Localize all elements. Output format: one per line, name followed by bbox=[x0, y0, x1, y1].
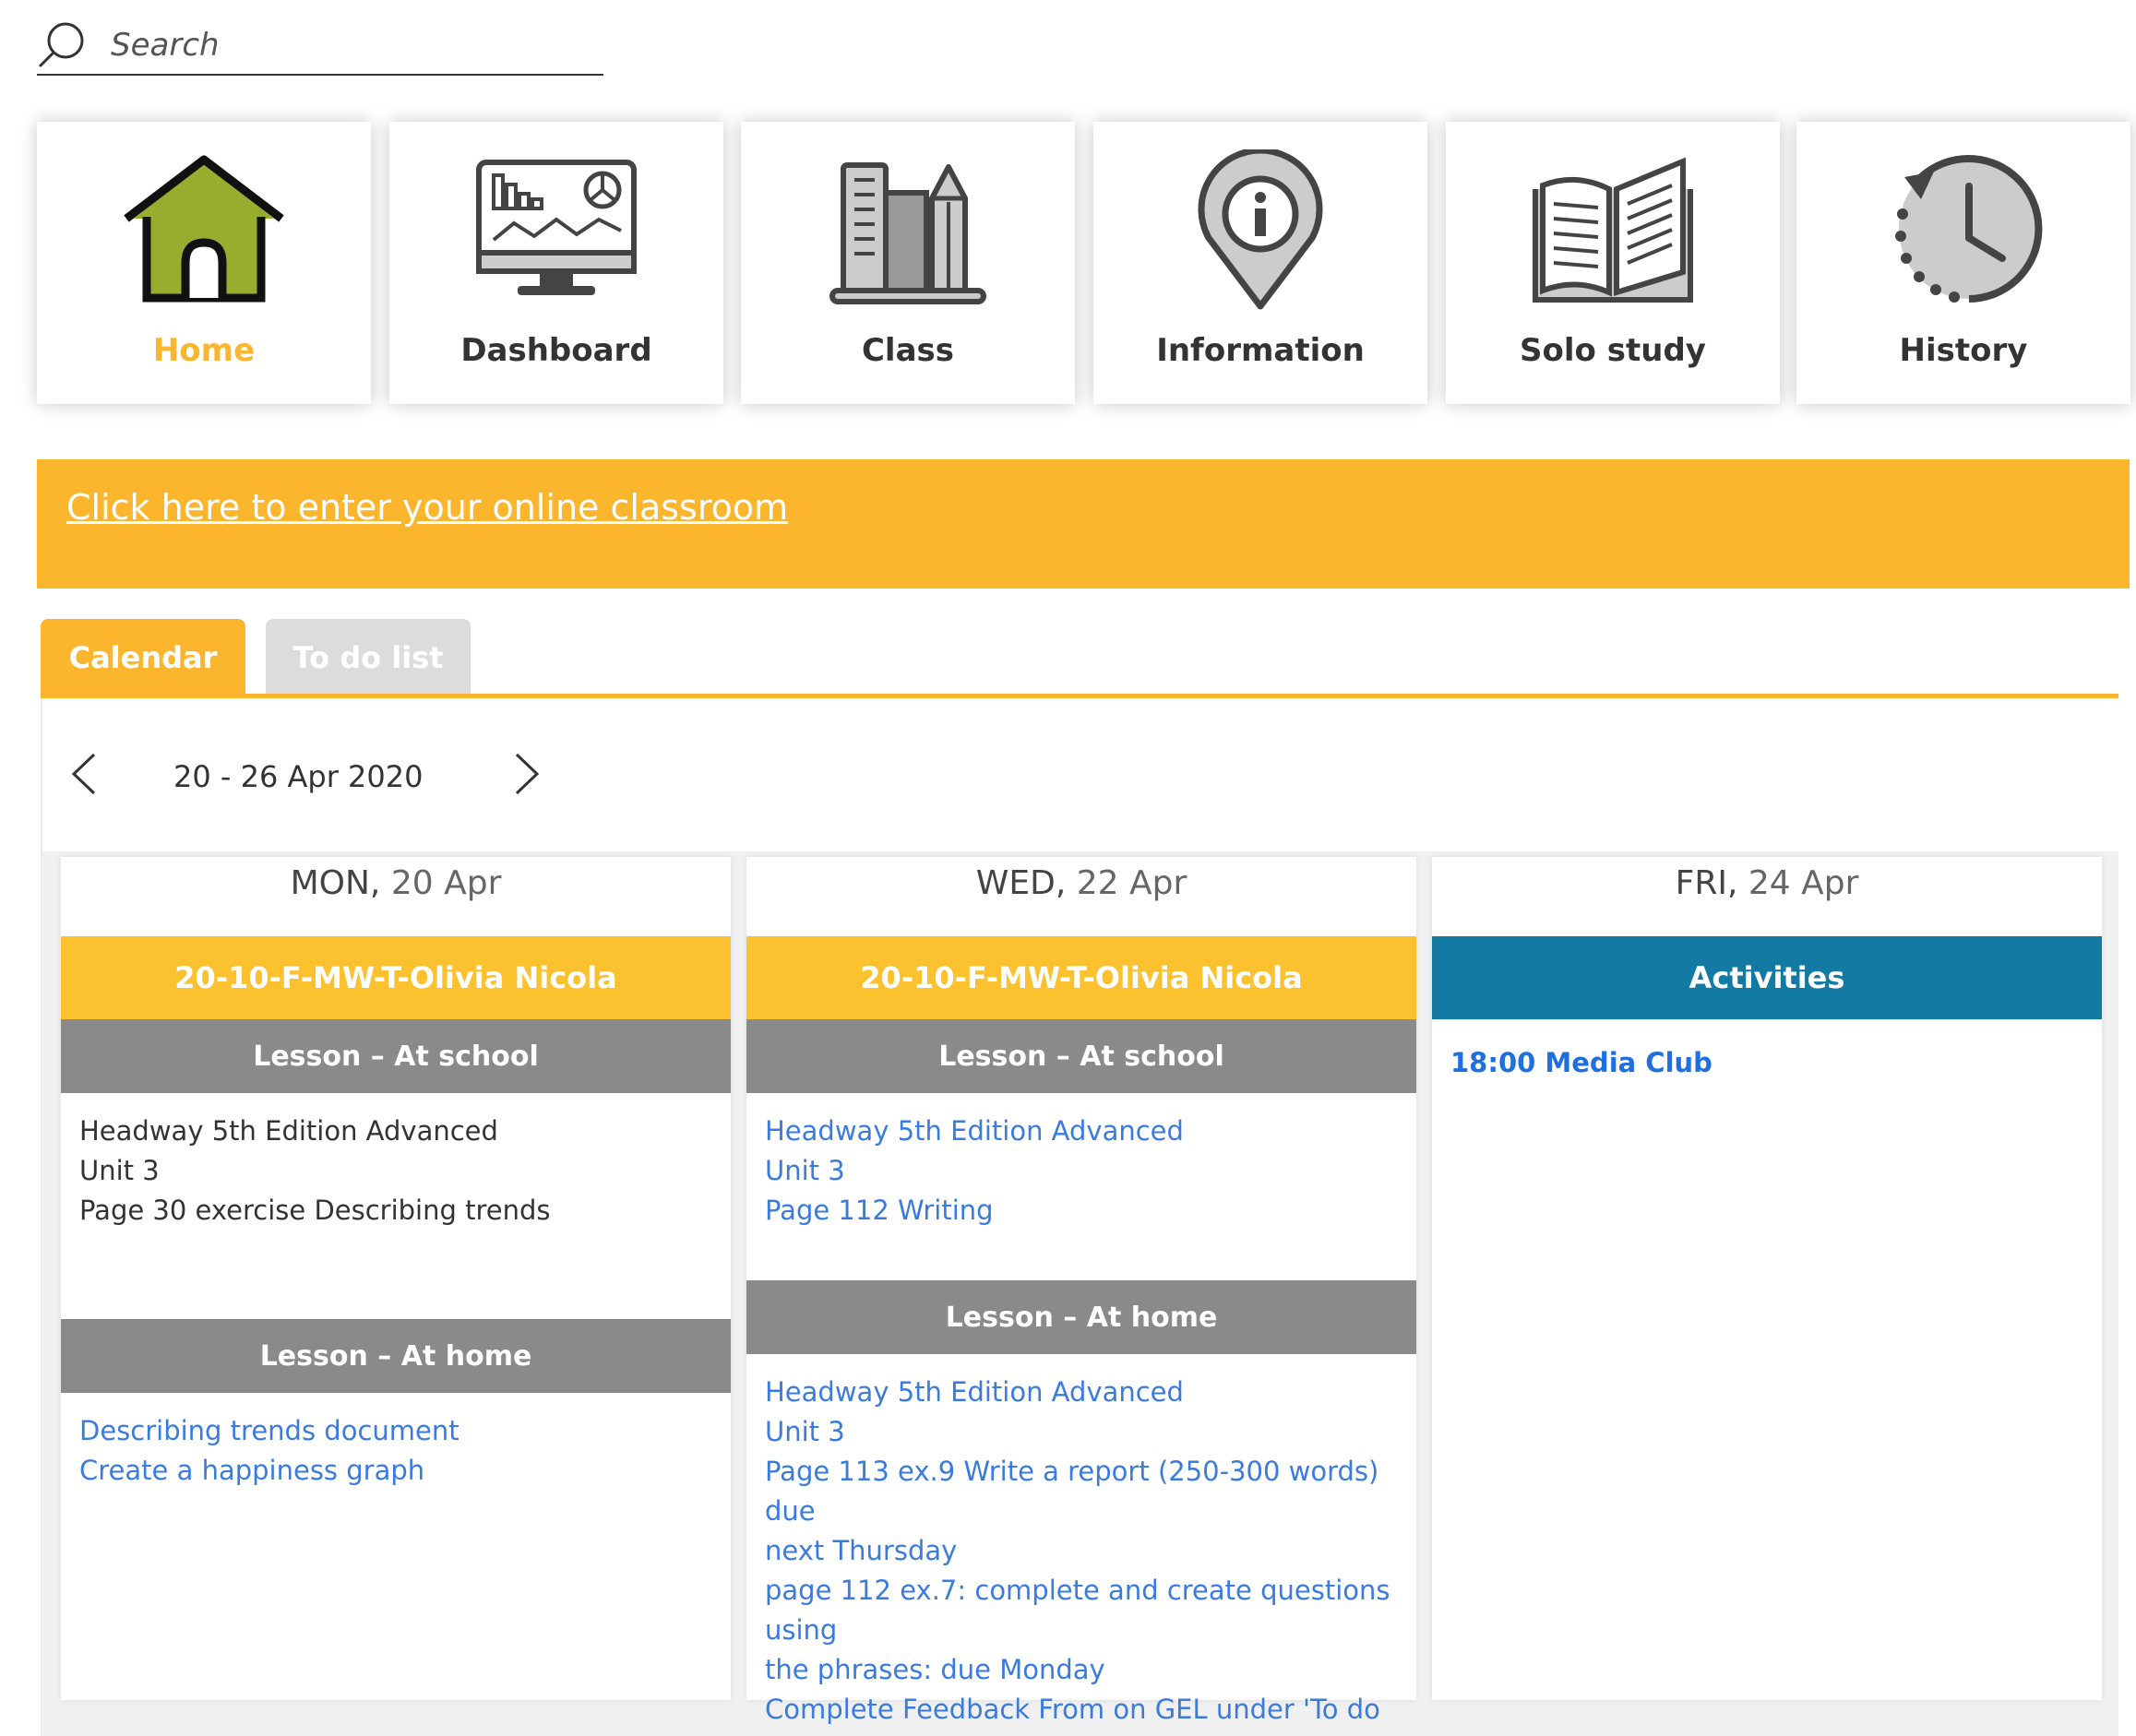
calendar-panel: 20 - 26 Apr 2020 MON, 20 Apr 20-10-F-MW-… bbox=[41, 698, 2118, 1736]
lesson-link[interactable]: Page 112 Writing bbox=[765, 1191, 1402, 1231]
nav-tile-dashboard[interactable]: Dashboard bbox=[389, 122, 723, 404]
homework-link[interactable]: Describing trends document bbox=[79, 1411, 716, 1451]
lesson-at-school-header: Lesson – At school bbox=[61, 1019, 731, 1093]
day-date: 22 Apr bbox=[1076, 864, 1187, 902]
day-column-monday: MON, 20 Apr 20-10-F-MW-T-Olivia Nicola L… bbox=[61, 857, 731, 1700]
home-icon bbox=[37, 148, 371, 314]
lesson-line: Headway 5th Edition Advanced bbox=[79, 1115, 498, 1147]
lesson-link[interactable]: Headway 5th Edition Advanced bbox=[765, 1112, 1402, 1151]
lesson-line: Unit 3 bbox=[79, 1155, 160, 1186]
history-clock-icon bbox=[1796, 148, 2130, 314]
homework-link[interactable]: page 112 ex.7: complete and create quest… bbox=[765, 1571, 1402, 1650]
day-date: 24 Apr bbox=[1748, 864, 1859, 902]
homework-link[interactable]: Unit 3 bbox=[765, 1412, 1402, 1452]
week-header: 20 - 26 Apr 2020 bbox=[42, 698, 2118, 851]
open-book-icon bbox=[1446, 148, 1780, 314]
homework-link[interactable]: next Thursday bbox=[765, 1531, 1402, 1571]
search-bar bbox=[37, 13, 603, 76]
day-header: MON, 20 Apr bbox=[61, 857, 731, 936]
day-header: FRI, 24 Apr bbox=[1432, 857, 2102, 936]
lesson-at-home-header: Lesson – At home bbox=[61, 1319, 731, 1393]
dashboard-monitor-icon bbox=[389, 148, 723, 314]
day-name: MON, bbox=[290, 864, 381, 902]
lesson-at-school-header: Lesson – At school bbox=[746, 1019, 1416, 1093]
nav-label: Class bbox=[861, 332, 955, 369]
nav-tile-solo-study[interactable]: Solo study bbox=[1446, 122, 1780, 404]
tab-calendar[interactable]: Calendar bbox=[41, 619, 245, 696]
day-header: WED, 22 Apr bbox=[746, 857, 1416, 936]
nav-tile-class[interactable]: Class bbox=[741, 122, 1075, 404]
homework-link[interactable]: Complete Feedback From on GEL under 'To … bbox=[765, 1690, 1402, 1736]
online-classroom-banner: Click here to enter your online classroo… bbox=[37, 459, 2130, 589]
day-column-wednesday: WED, 22 Apr 20-10-F-MW-T-Olivia Nicola L… bbox=[746, 857, 1416, 1736]
nav-tile-history[interactable]: History bbox=[1796, 122, 2130, 404]
day-date: 20 Apr bbox=[390, 864, 502, 902]
lesson-at-school-details: Headway 5th Edition Advanced Unit 3 Page… bbox=[79, 1112, 716, 1231]
homework-link[interactable]: Create a happiness graph bbox=[79, 1451, 716, 1491]
homework-link[interactable]: Headway 5th Edition Advanced bbox=[765, 1373, 1402, 1412]
nav-label: Dashboard bbox=[460, 332, 652, 369]
search-input[interactable] bbox=[111, 24, 591, 66]
class-name-bar[interactable]: 20-10-F-MW-T-Olivia Nicola bbox=[61, 936, 731, 1019]
lesson-line: Page 30 exercise Describing trends bbox=[79, 1195, 551, 1226]
lesson-at-home-links: Describing trends document Create a happ… bbox=[79, 1411, 716, 1491]
lesson-at-school-links: Headway 5th Edition Advanced Unit 3 Page… bbox=[765, 1112, 1402, 1231]
next-week-button[interactable] bbox=[504, 746, 550, 802]
tab-todo-list[interactable]: To do list bbox=[266, 619, 471, 696]
nav-tile-information[interactable]: Information bbox=[1093, 122, 1427, 404]
prev-week-button[interactable] bbox=[61, 746, 107, 802]
chevron-left-icon bbox=[71, 753, 96, 795]
nav-label: Information bbox=[1156, 332, 1365, 369]
homework-link[interactable]: Page 113 ex.9 Write a report (250-300 wo… bbox=[765, 1452, 1402, 1531]
nav-tiles: Home Dashboard Class Information Solo st… bbox=[37, 122, 2136, 404]
books-pencil-icon bbox=[741, 148, 1075, 314]
class-name-bar[interactable]: 20-10-F-MW-T-Olivia Nicola bbox=[746, 936, 1416, 1019]
online-classroom-link[interactable]: Click here to enter your online classroo… bbox=[66, 487, 788, 528]
nav-label: Solo study bbox=[1520, 332, 1706, 369]
day-column-friday: FRI, 24 Apr Activities 18:00 Media Club bbox=[1432, 857, 2102, 1700]
search-icon[interactable] bbox=[37, 18, 89, 70]
lesson-link[interactable]: Unit 3 bbox=[765, 1151, 1402, 1191]
nav-label: Home bbox=[152, 332, 256, 369]
day-name: WED, bbox=[975, 864, 1067, 902]
homework-link[interactable]: the phrases: due Monday bbox=[765, 1650, 1402, 1690]
activities-bar: Activities bbox=[1432, 936, 2102, 1019]
lesson-at-home-links: Headway 5th Edition Advanced Unit 3 Page… bbox=[765, 1373, 1402, 1736]
lesson-at-home-header: Lesson – At home bbox=[746, 1280, 1416, 1354]
info-pin-icon bbox=[1093, 148, 1427, 314]
chevron-right-icon bbox=[515, 753, 540, 795]
nav-label: History bbox=[1899, 332, 2028, 369]
activity-link[interactable]: 18:00 Media Club bbox=[1450, 1047, 1712, 1078]
day-name: FRI, bbox=[1675, 864, 1738, 902]
week-range-label: 20 - 26 Apr 2020 bbox=[173, 759, 424, 794]
nav-tile-home[interactable]: Home bbox=[37, 122, 371, 404]
